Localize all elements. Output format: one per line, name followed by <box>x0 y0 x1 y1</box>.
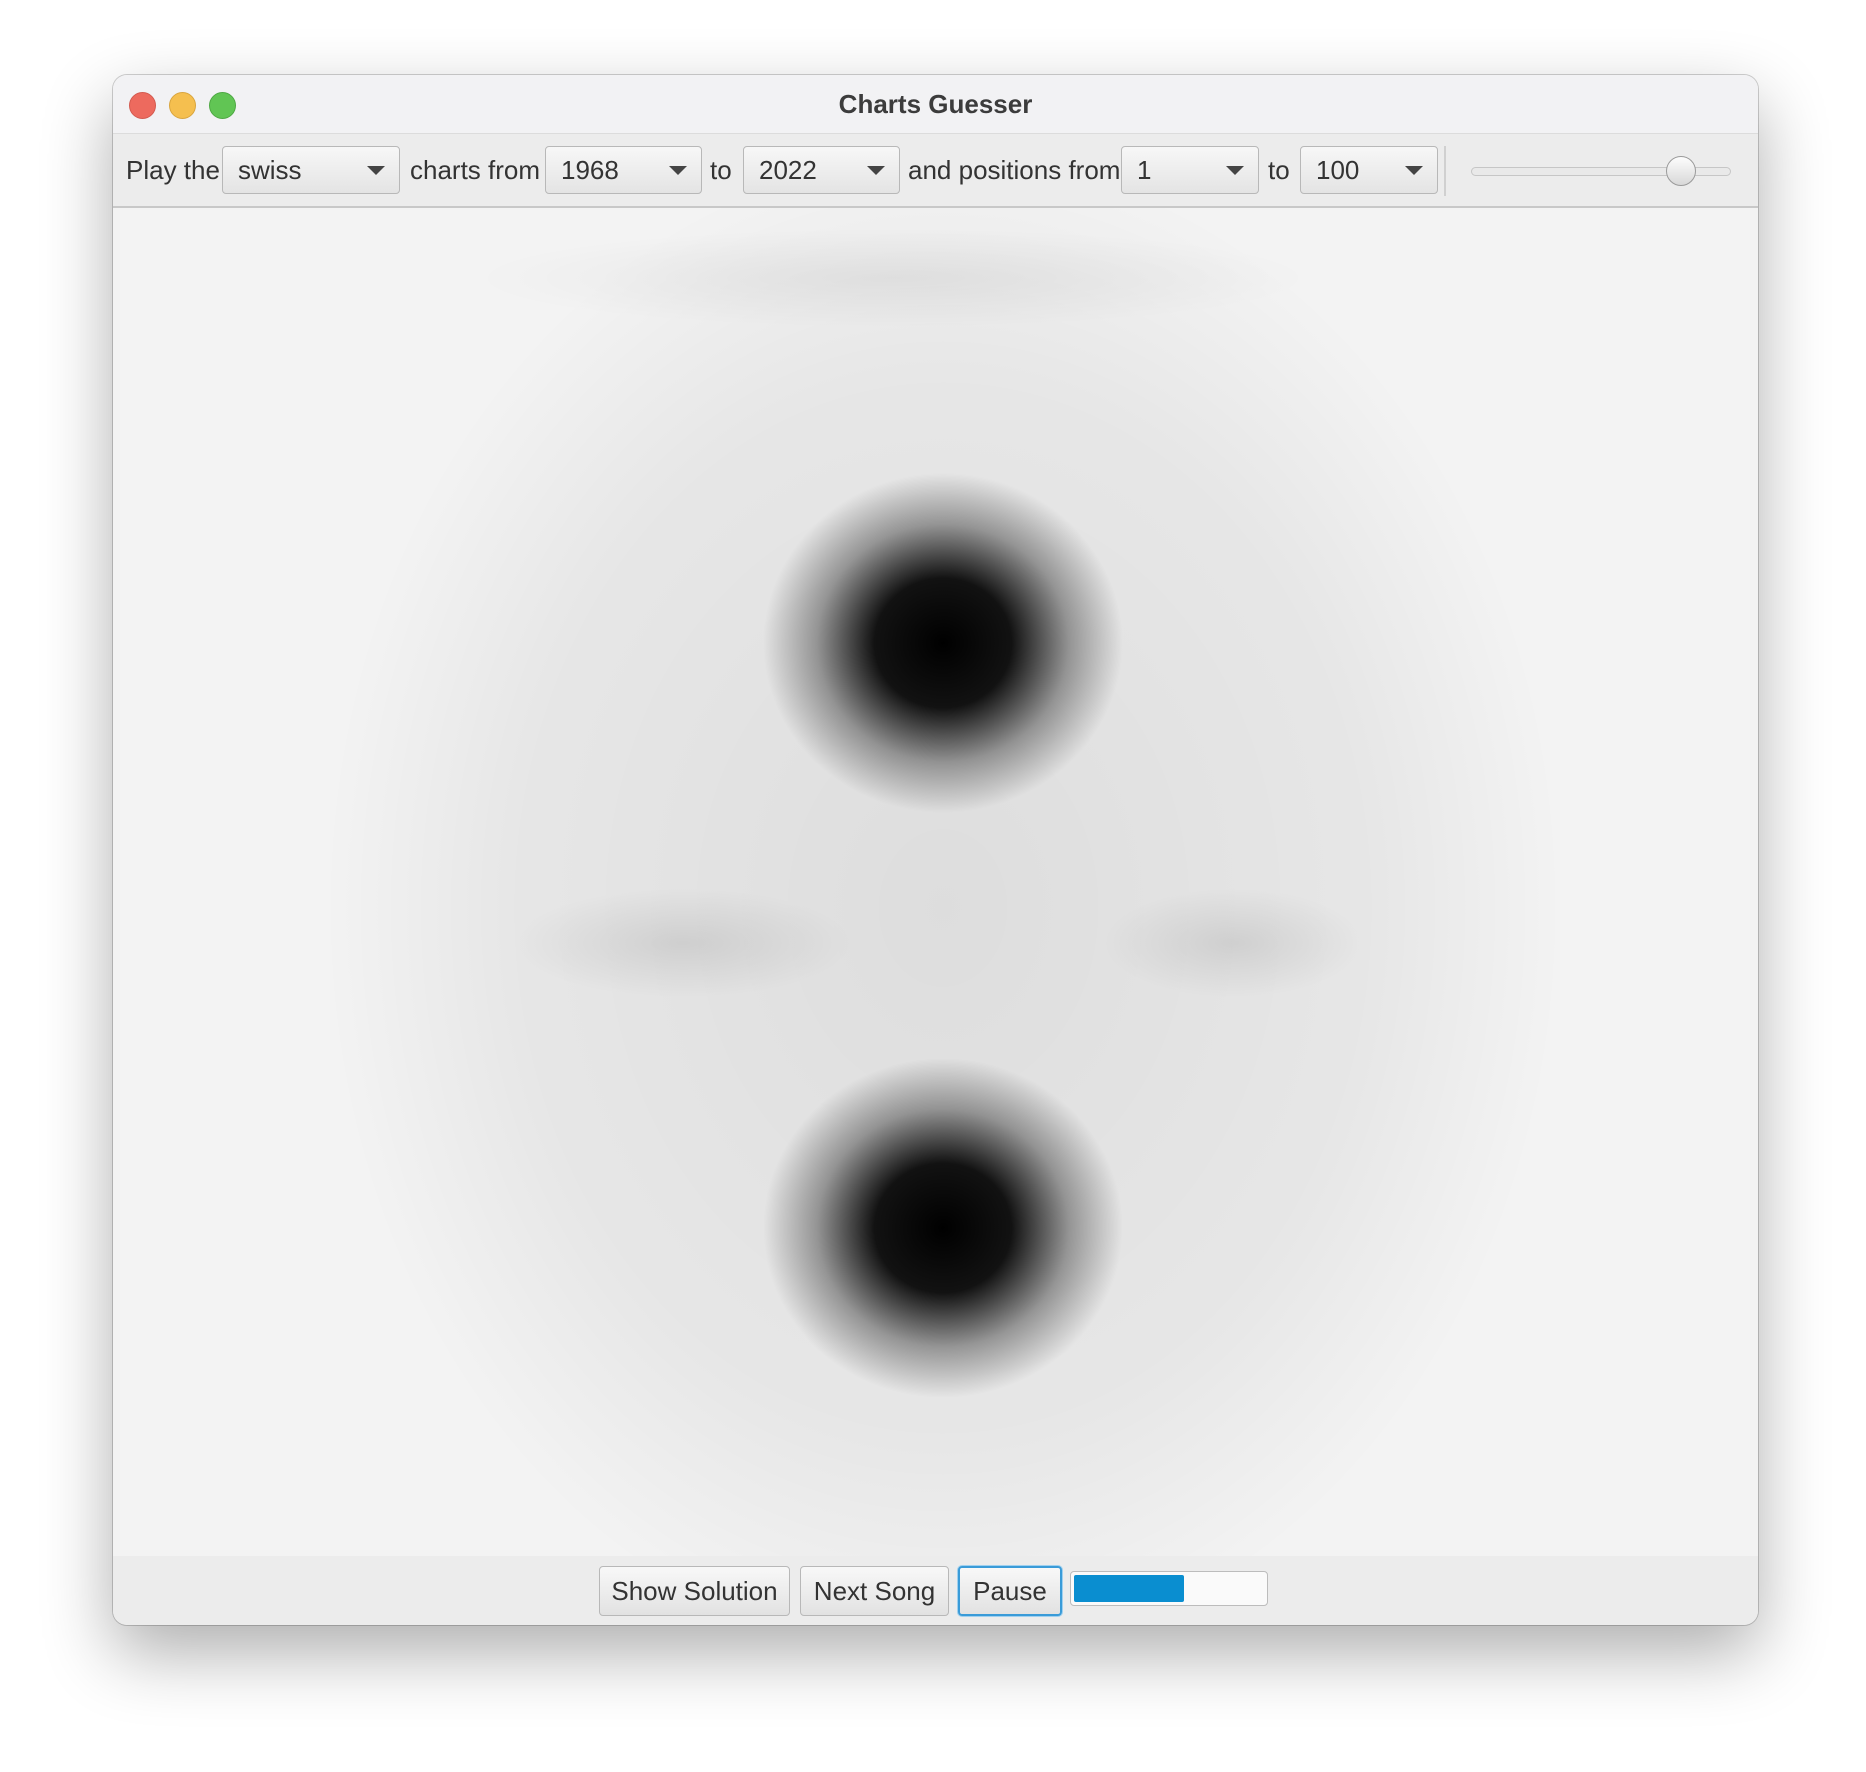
next-song-button[interactable]: Next Song <box>800 1566 949 1616</box>
charts-from-label: charts from <box>410 155 541 185</box>
pause-button[interactable]: Pause <box>958 1566 1062 1616</box>
playback-progress-bar <box>1070 1571 1268 1606</box>
position-from-value: 1 <box>1137 155 1152 185</box>
to-label-positions: to <box>1268 155 1290 185</box>
chevron-down-icon <box>1405 166 1423 175</box>
blurred-cover-art <box>113 208 1758 1556</box>
play-the-label: Play the <box>126 155 220 185</box>
chevron-down-icon <box>1226 166 1244 175</box>
chart-country-select[interactable]: swiss <box>222 146 400 194</box>
window-title: Charts Guesser <box>838 89 1033 119</box>
year-to-select[interactable]: 2022 <box>743 146 900 194</box>
position-to-select[interactable]: 100 <box>1300 146 1438 194</box>
app-window: Charts Guesser Play the swiss charts fro… <box>113 75 1758 1625</box>
show-solution-button[interactable]: Show Solution <box>599 1566 790 1616</box>
to-label-years: to <box>710 155 732 185</box>
year-to-value: 2022 <box>759 155 817 185</box>
position-to-value: 100 <box>1316 155 1360 185</box>
playback-bar: Show Solution Next Song Pause <box>113 1556 1758 1625</box>
positions-from-label: and positions from <box>908 155 1121 185</box>
playback-progress-fill <box>1074 1575 1185 1602</box>
chevron-down-icon <box>367 166 385 175</box>
chevron-down-icon <box>867 166 885 175</box>
chart-country-value: swiss <box>238 155 302 185</box>
year-from-select[interactable]: 1968 <box>545 146 702 194</box>
title-bar: Charts Guesser <box>113 75 1758 134</box>
chevron-down-icon <box>669 166 687 175</box>
cover-image <box>113 208 1758 1556</box>
year-from-value: 1968 <box>561 155 619 185</box>
volume-slider-thumb[interactable] <box>1666 156 1696 186</box>
toolbar-separator <box>1444 146 1446 196</box>
position-from-select[interactable]: 1 <box>1121 146 1259 194</box>
